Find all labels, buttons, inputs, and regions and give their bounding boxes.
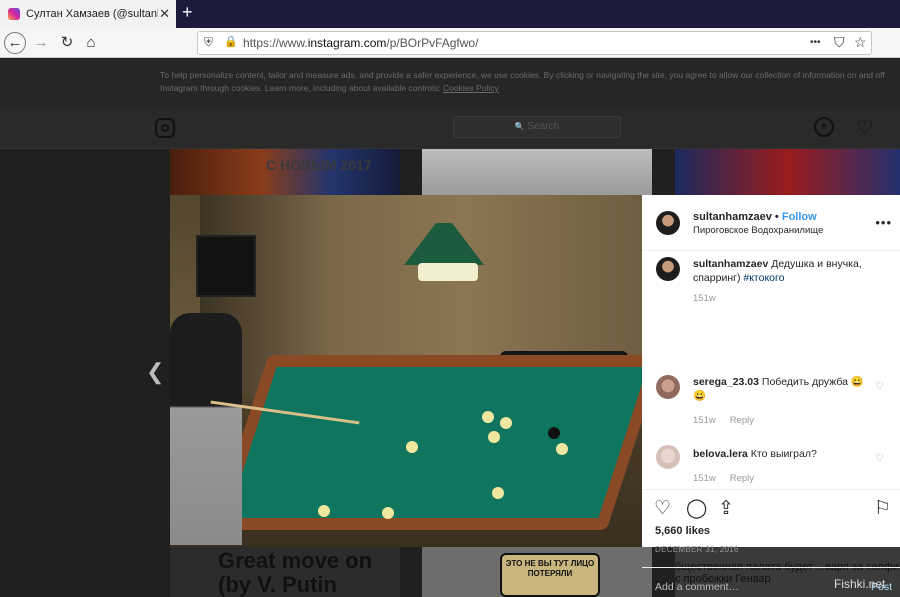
comment-meta: 151w Reply xyxy=(693,473,754,484)
comment: serega_23.03 Победить дружба 😀😀 xyxy=(693,375,873,403)
post-photo[interactable] xyxy=(170,195,642,547)
bookmark-star-icon[interactable]: ☆ xyxy=(854,34,867,51)
grid-thumbnail[interactable]: ЭТО НЕ ВЫ ТУТ ЛИЦО ПОТЕРЯЛИ xyxy=(422,547,652,597)
post-actions-bar xyxy=(642,489,900,490)
hashtag-link[interactable]: #ктокого xyxy=(743,272,784,284)
caption-username[interactable]: sultanhamzaev xyxy=(693,258,768,270)
comment-like-heart-icon[interactable]: ♡ xyxy=(875,453,884,464)
photo-ball xyxy=(382,507,394,519)
likes-count[interactable]: 5,660 likes xyxy=(655,525,710,537)
lock-icon: 🔒 xyxy=(224,36,238,48)
post-side-panel: sultanhamzaev • Follow Пироговское Водох… xyxy=(642,195,900,593)
comment-text: Кто выиграл? xyxy=(750,448,817,460)
post-author[interactable]: sultanhamzaev • Follow xyxy=(693,211,817,223)
comment-like-heart-icon[interactable]: ♡ xyxy=(875,381,884,392)
back-button[interactable]: ← xyxy=(4,32,26,54)
share-icon[interactable]: ⇪ xyxy=(718,497,734,520)
thumbnail-text: Great move on (by V. Putin xyxy=(218,548,373,597)
more-options-icon[interactable]: ••• xyxy=(875,215,892,230)
forward-button[interactable]: → xyxy=(30,32,52,54)
navigation-bar: ← → ↻ ⌂ ⛨ 🔒 https://www.instagram.com/p/… xyxy=(0,28,900,58)
instagram-header: 🔍 Search ✦ ♡ xyxy=(0,107,900,149)
avatar[interactable] xyxy=(656,375,680,399)
caption-meta: 151w xyxy=(693,293,716,304)
comment: belova.lera Кто выиграл? xyxy=(693,447,873,461)
instagram-logo-icon[interactable] xyxy=(155,118,175,138)
tab-close-icon[interactable]: ✕ xyxy=(159,6,170,22)
photo-ball xyxy=(556,443,568,455)
photo-ball xyxy=(500,417,512,429)
search-placeholder: Search xyxy=(527,121,560,132)
avatar[interactable] xyxy=(656,211,680,235)
new-tab-button[interactable]: + xyxy=(182,2,193,23)
thumbnail-text: С НОВЫМ 2017 xyxy=(266,157,372,173)
cookie-text: To help personalize content, tailor and … xyxy=(160,70,885,93)
photo-ball xyxy=(492,487,504,499)
comment-username[interactable]: serega_23.03 xyxy=(693,376,759,388)
add-comment-input[interactable]: Add a comment… xyxy=(655,581,739,593)
comment-age: 151w xyxy=(693,473,716,484)
photo-ball xyxy=(488,431,500,443)
comment-username[interactable]: belova.lera xyxy=(693,448,748,460)
page-actions-icon[interactable]: ••• xyxy=(810,37,821,48)
post-date: DECEMBER 31, 2016 xyxy=(655,545,739,554)
save-bookmark-icon[interactable]: ⚐ xyxy=(874,497,891,520)
cookies-policy-link[interactable]: Cookies Policy xyxy=(443,83,499,93)
url-text[interactable]: https://www.instagram.com/p/BOrPvFAgfwo/ xyxy=(243,36,478,50)
shield-icon[interactable]: ⛨ xyxy=(204,35,213,50)
photo-tv xyxy=(196,235,256,297)
post-location[interactable]: Пироговское Водохранилище xyxy=(693,225,823,236)
photo-player xyxy=(170,313,242,545)
avatar[interactable] xyxy=(656,257,680,281)
reload-button[interactable]: ↻ xyxy=(56,32,78,54)
pocket-icon[interactable]: ⛉ xyxy=(834,34,845,51)
search-icon: 🔍 xyxy=(514,122,525,131)
home-button[interactable]: ⌂ xyxy=(80,32,102,54)
reply-button[interactable]: Reply xyxy=(730,415,754,426)
tab-bar: Султан Хамзаев (@sultanhamz ✕ + xyxy=(0,0,900,28)
url-bar[interactable]: ⛨ 🔒 https://www.instagram.com/p/BOrPvFAg… xyxy=(197,31,872,55)
photo-ball xyxy=(548,427,560,439)
comment-meta: 151w Reply xyxy=(693,415,754,426)
grid-thumbnail[interactable]: С НОВЫМ 2017 xyxy=(170,149,400,195)
photo-pool-table xyxy=(211,355,642,530)
grid-thumbnail[interactable] xyxy=(422,149,652,195)
grid-thumbnail[interactable] xyxy=(675,149,900,195)
explore-compass-icon[interactable]: ✦ xyxy=(814,117,834,137)
browser-tab[interactable]: Султан Хамзаев (@sultanhamz ✕ xyxy=(0,0,176,28)
photo-lamp-glow xyxy=(418,263,478,281)
caption-age: 151w xyxy=(693,293,716,304)
photo-ball xyxy=(318,505,330,517)
previous-post-arrow-icon[interactable]: ❮ xyxy=(146,359,164,385)
instagram-page: To help personalize content, tailor and … xyxy=(0,59,900,597)
comment-age: 151w xyxy=(693,415,716,426)
follow-button[interactable]: Follow xyxy=(782,211,817,223)
search-input[interactable]: 🔍 Search xyxy=(453,116,621,138)
grid-thumbnail[interactable]: Great move on (by V. Putin xyxy=(170,547,400,597)
avatar[interactable] xyxy=(656,445,680,469)
cookie-banner: To help personalize content, tailor and … xyxy=(0,59,900,107)
thumbnail-text: ЭТО НЕ ВЫ ТУТ ЛИЦО ПОТЕРЯЛИ xyxy=(500,553,600,597)
post-caption: sultanhamzaev Дедушка и внучка, спарринг… xyxy=(693,257,889,285)
watermark: Fishki.net xyxy=(834,577,886,591)
photo-ball xyxy=(406,441,418,453)
instagram-favicon-icon xyxy=(8,8,20,20)
tab-title: Султан Хамзаев (@sultanhamz xyxy=(26,8,158,20)
comment-bubble-icon[interactable]: ◯ xyxy=(686,497,707,520)
like-heart-icon[interactable]: ♡ xyxy=(654,497,671,520)
post-header: sultanhamzaev • Follow Пироговское Водох… xyxy=(642,195,900,251)
reply-button[interactable]: Reply xyxy=(730,473,754,484)
photo-ball xyxy=(482,411,494,423)
activity-heart-icon[interactable]: ♡ xyxy=(856,115,874,140)
